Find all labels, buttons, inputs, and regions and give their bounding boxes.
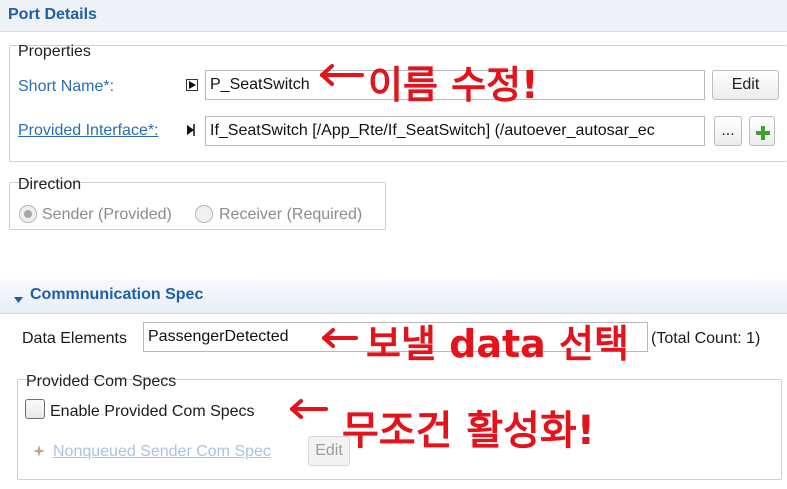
annotation-arrow-2 <box>320 326 360 355</box>
provided-interface-link[interactable]: Provided Interface*: <box>18 122 159 140</box>
provided-com-specs-label: Provided Com Specs <box>26 373 177 390</box>
port-details-header: Port Details <box>0 0 787 32</box>
comm-spec-title: Commnunication Spec <box>30 286 204 303</box>
page-title: Port Details <box>8 6 97 23</box>
nonqueued-sender-link[interactable]: Nonqueued Sender Com Spec <box>53 443 271 461</box>
sender-radio[interactable] <box>19 205 37 223</box>
receiver-radio[interactable] <box>195 205 213 223</box>
short-name-edit-button[interactable]: Edit <box>712 70 779 100</box>
short-name-navigate-icon[interactable] <box>186 79 198 91</box>
comm-spec-header[interactable]: Commnunication Spec <box>0 280 787 314</box>
provided-interface-input[interactable]: If_SeatSwitch [/App_Rte/If_SeatSwitch] (… <box>205 116 705 146</box>
annotation-activate: 무조건 활성화! <box>342 408 595 454</box>
direction-label: Direction <box>18 176 82 193</box>
enable-com-specs-label: Enable Provided Com Specs <box>50 403 255 420</box>
total-count: (Total Count: 1) <box>651 330 761 347</box>
receiver-radio-label: Receiver (Required) <box>219 206 363 223</box>
enable-com-specs-checkbox[interactable] <box>25 399 45 419</box>
annotation-arrow-3 <box>288 397 330 426</box>
short-name-label: Short Name*: <box>18 78 115 95</box>
annotation-arrow-1 <box>318 62 366 93</box>
collapse-triangle-icon[interactable] <box>14 291 24 309</box>
properties-label: Properties <box>18 43 91 60</box>
annotation-select-data: 보낼 data 선택 <box>366 322 629 366</box>
plus-icon <box>755 123 771 151</box>
add-button[interactable] <box>749 116 775 146</box>
data-elements-label: Data Elements <box>22 330 127 347</box>
sender-radio-label: Sender (Provided) <box>42 206 172 223</box>
reference-arrow-icon <box>185 122 199 143</box>
annotation-rename: 이름 수정! <box>368 63 539 107</box>
sparkle-icon <box>33 444 45 462</box>
browse-button[interactable]: ... <box>714 116 742 146</box>
